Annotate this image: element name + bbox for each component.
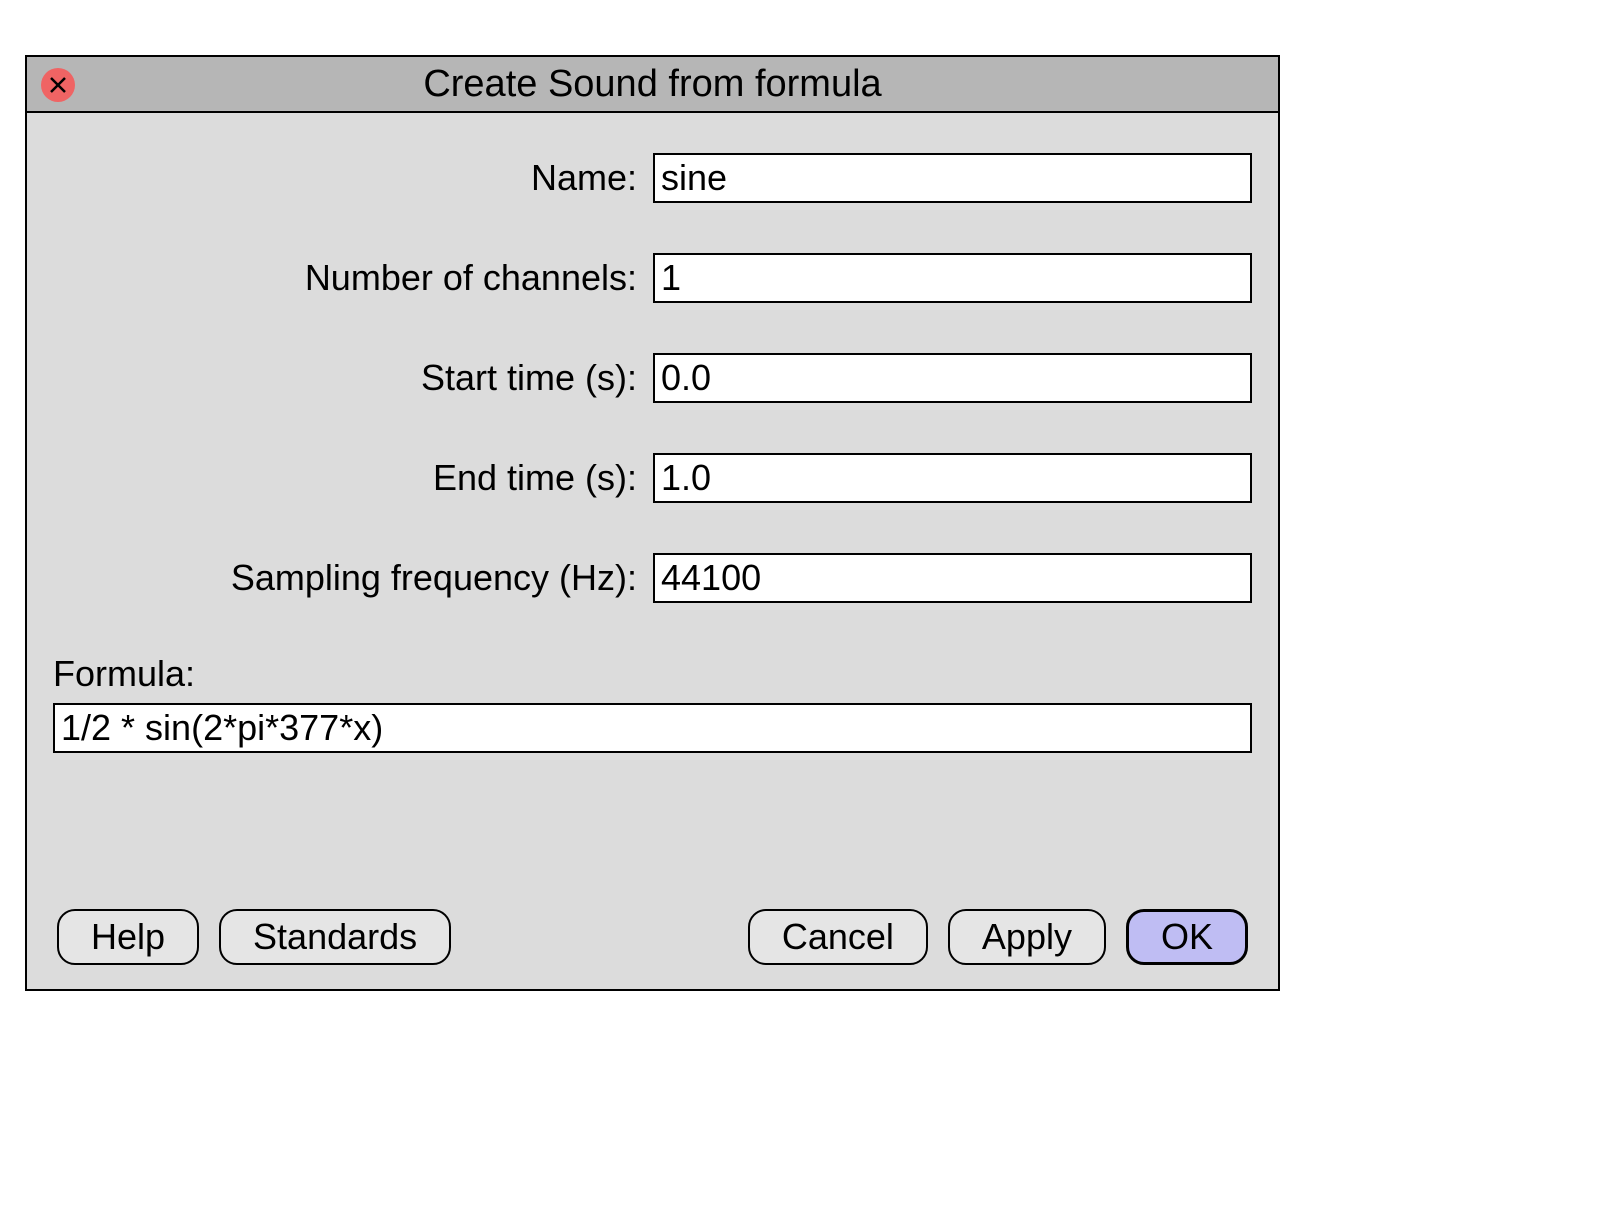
sampling-freq-label: Sampling frequency (Hz): (53, 557, 653, 599)
sampling-freq-input[interactable] (653, 553, 1252, 603)
cancel-button[interactable]: Cancel (748, 909, 928, 965)
end-time-input[interactable] (653, 453, 1252, 503)
channels-input[interactable] (653, 253, 1252, 303)
start-time-row: Start time (s): (53, 353, 1252, 403)
name-label: Name: (53, 157, 653, 199)
end-time-row: End time (s): (53, 453, 1252, 503)
apply-button[interactable]: Apply (948, 909, 1106, 965)
dialog-content: Name: Number of channels: Start time (s)… (27, 113, 1278, 753)
start-time-input[interactable] (653, 353, 1252, 403)
ok-button[interactable]: OK (1126, 909, 1248, 965)
name-input[interactable] (653, 153, 1252, 203)
close-icon (48, 75, 68, 95)
close-button[interactable] (41, 68, 75, 102)
button-bar-left: Help Standards (57, 909, 451, 965)
sampling-freq-row: Sampling frequency (Hz): (53, 553, 1252, 603)
channels-label: Number of channels: (53, 257, 653, 299)
titlebar: Create Sound from formula (27, 57, 1278, 113)
help-button[interactable]: Help (57, 909, 199, 965)
start-time-label: Start time (s): (53, 357, 653, 399)
standards-button[interactable]: Standards (219, 909, 451, 965)
channels-row: Number of channels: (53, 253, 1252, 303)
end-time-label: End time (s): (53, 457, 653, 499)
name-row: Name: (53, 153, 1252, 203)
formula-input[interactable] (53, 703, 1252, 753)
formula-label: Formula: (53, 653, 1252, 695)
formula-section: Formula: (53, 653, 1252, 753)
dialog-window: Create Sound from formula Name: Number o… (25, 55, 1280, 991)
button-bar-right: Cancel Apply OK (748, 909, 1248, 965)
button-bar: Help Standards Cancel Apply OK (57, 909, 1248, 965)
dialog-title: Create Sound from formula (27, 63, 1278, 106)
